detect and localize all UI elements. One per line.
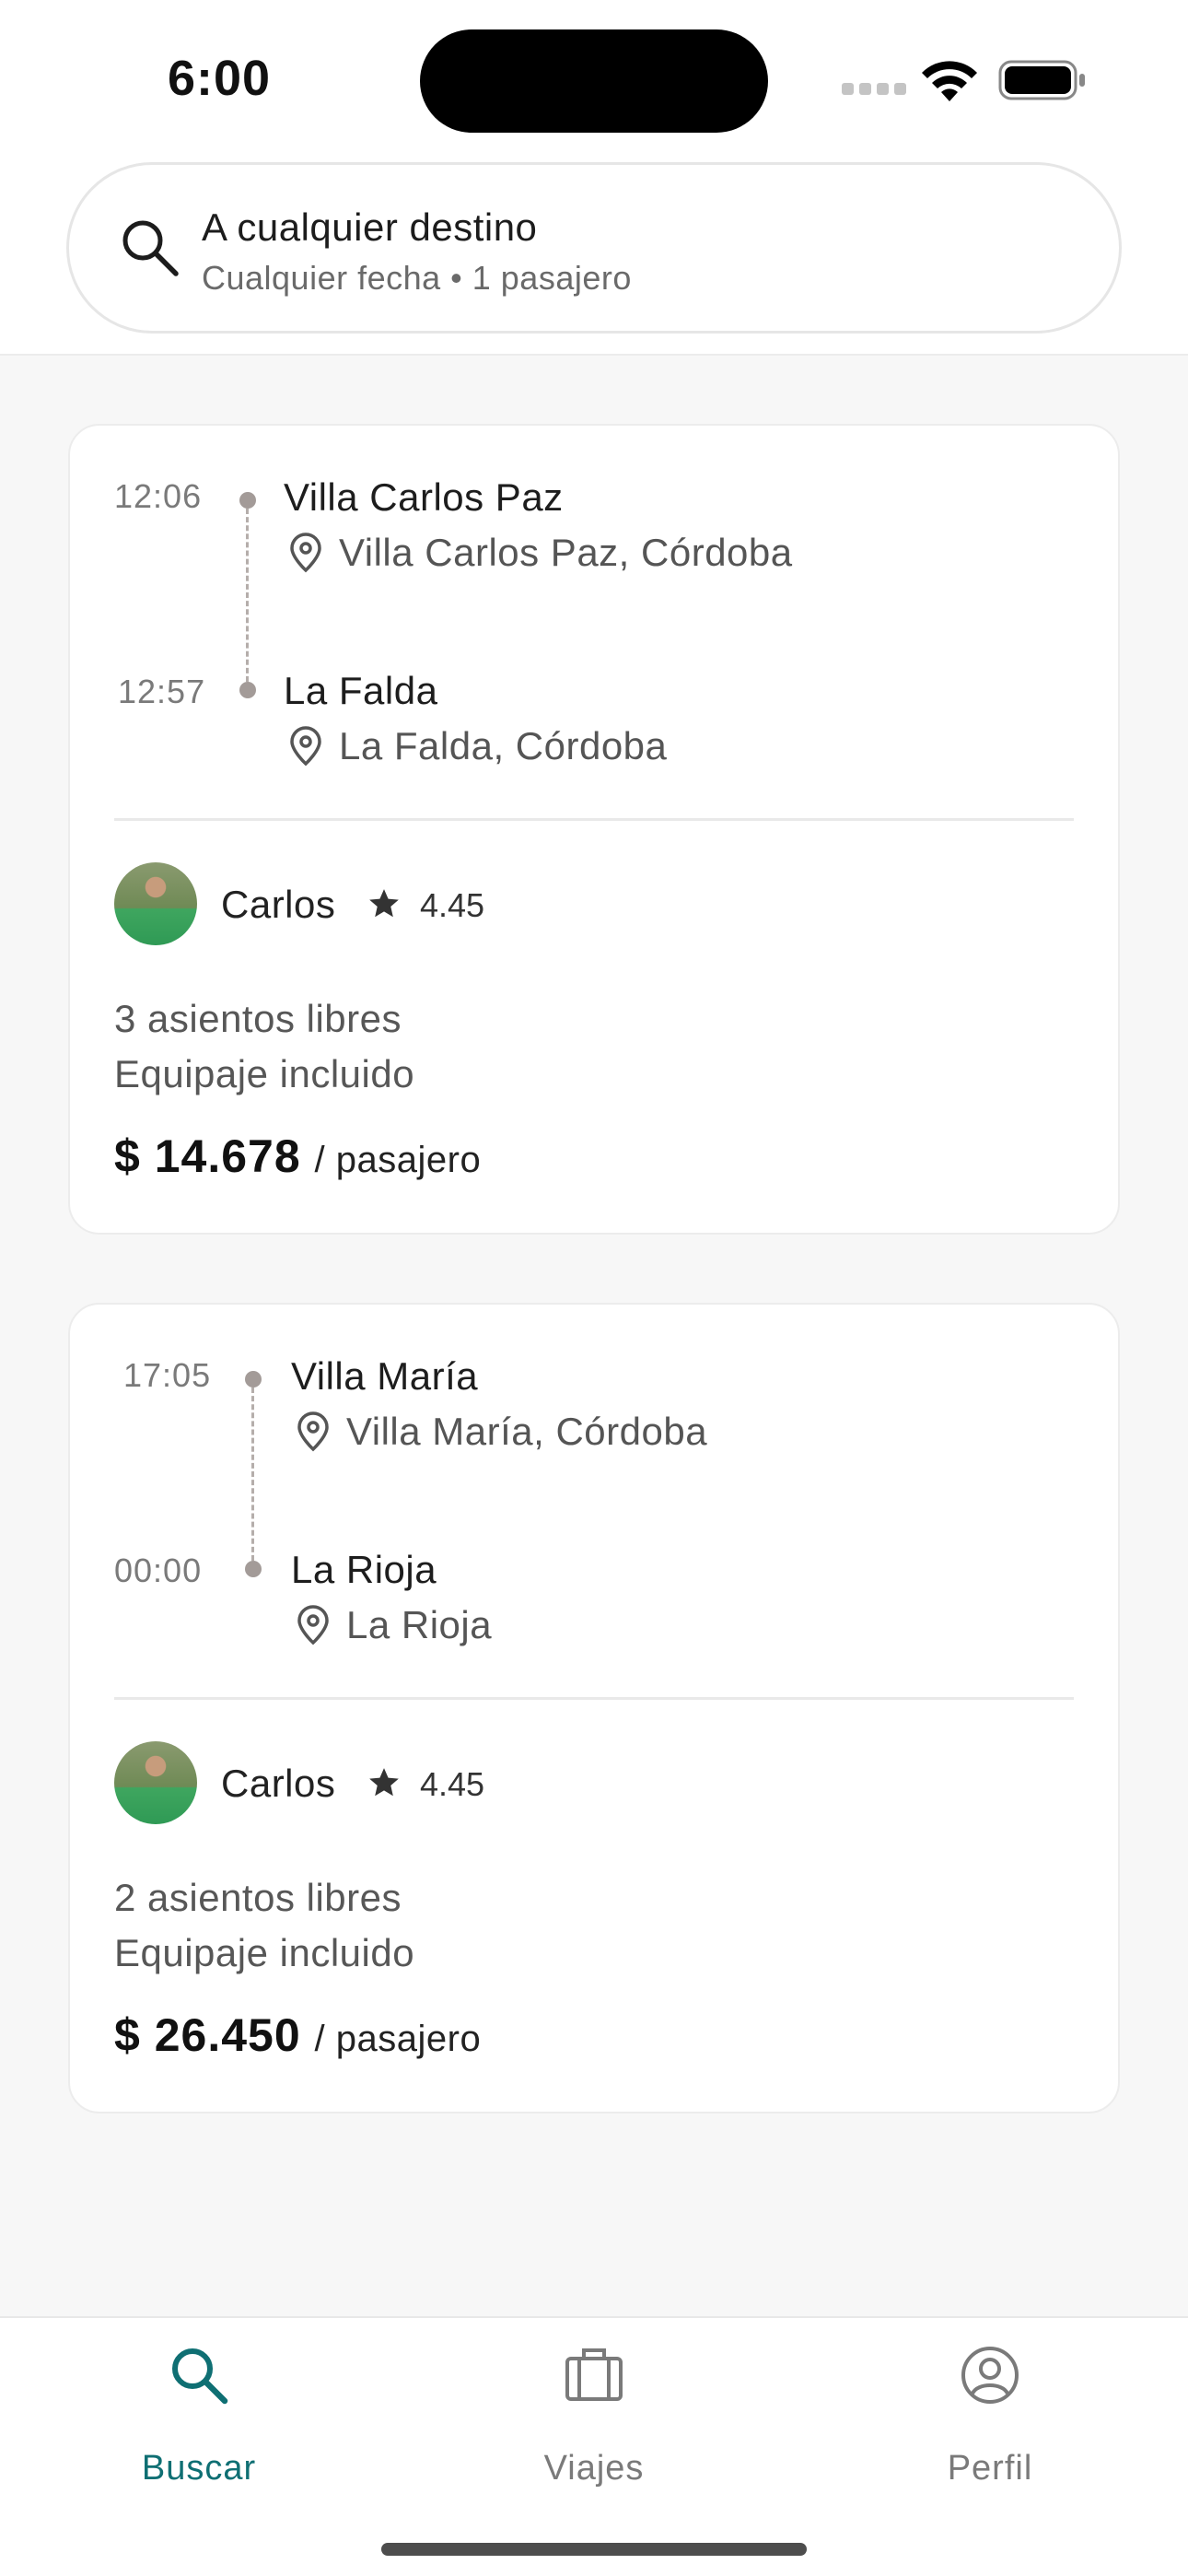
search-details: Cualquier fecha • 1 pasajero (202, 259, 632, 297)
cellular-signal-icon (842, 83, 906, 96)
price-unit: / pasajero (314, 1140, 482, 1180)
origin-address: Villa María, Córdoba (346, 1410, 708, 1453)
driver-rating: 4.45 (420, 1765, 485, 1803)
tab-buscar[interactable]: Buscar (61, 2318, 337, 2502)
price-unit: / pasajero (314, 2019, 482, 2059)
home-indicator[interactable] (381, 2543, 807, 2556)
tab-label: Viajes (543, 2449, 645, 2488)
star-icon (369, 889, 399, 918)
route-start-dot (239, 492, 256, 509)
route-start-dot (245, 1371, 262, 1388)
trip-price: $ 14.678 / pasajero (114, 1130, 481, 1183)
origin-name: Villa María (291, 1354, 479, 1398)
search-bar[interactable]: A cualquier destino Cualquier fecha • 1 … (66, 162, 1122, 334)
trip-card[interactable]: 12:06 Villa Carlos Paz Villa Carlos Paz,… (68, 424, 1120, 1235)
card-divider (114, 1697, 1074, 1700)
driver-name: Carlos (221, 1762, 336, 1805)
avatar (114, 862, 197, 945)
profile-icon (961, 2347, 1019, 2404)
destination-name: La Falda (284, 669, 438, 712)
tab-perfil[interactable]: Perfil (852, 2318, 1128, 2502)
tab-label: Buscar (141, 2449, 257, 2488)
briefcase-icon (565, 2348, 623, 2401)
driver-rating: 4.45 (420, 886, 485, 924)
seats-available: 3 asientos libres (114, 997, 402, 1040)
destination-name: La Rioja (291, 1548, 437, 1591)
tab-label: Perfil (947, 2449, 1033, 2488)
arrival-time: 00:00 (114, 1551, 203, 1589)
trip-card[interactable]: 17:05 Villa María Villa María, Córdoba 0… (68, 1303, 1120, 2113)
price-amount: $ 14.678 (114, 1130, 301, 1182)
location-pin-icon (297, 1605, 329, 1645)
driver-name: Carlos (221, 883, 336, 926)
battery-icon (998, 60, 1085, 100)
seats-available: 2 asientos libres (114, 1876, 402, 1919)
origin-name: Villa Carlos Paz (284, 475, 564, 519)
tab-viajes[interactable]: Viajes (456, 2318, 732, 2502)
location-pin-icon (297, 1411, 329, 1452)
location-pin-icon (290, 533, 321, 573)
destination-address: La Falda, Córdoba (339, 724, 668, 767)
route-line (246, 509, 249, 682)
search-icon (172, 2348, 228, 2405)
luggage-info: Equipaje incluido (114, 1052, 415, 1095)
wifi-icon (922, 61, 977, 101)
arrival-time: 12:57 (118, 673, 206, 710)
trip-price: $ 26.450 / pasajero (114, 2008, 481, 2062)
departure-time: 17:05 (123, 1356, 212, 1394)
origin-address: Villa Carlos Paz, Córdoba (339, 531, 793, 574)
search-destination: A cualquier destino (202, 205, 538, 249)
card-divider (114, 818, 1074, 821)
dynamic-island (420, 29, 768, 133)
top-header: 6:00 A cualquier destino Cualquier fecha… (0, 0, 1188, 356)
search-icon (122, 220, 179, 276)
status-time: 6:00 (168, 51, 272, 106)
destination-address: La Rioja (346, 1603, 493, 1646)
price-amount: $ 26.450 (114, 2009, 301, 2061)
star-icon (369, 1768, 399, 1797)
avatar (114, 1741, 197, 1824)
location-pin-icon (290, 726, 321, 767)
route-line (251, 1388, 254, 1561)
bottom-tab-bar: Buscar Viajes Perfil (0, 2316, 1188, 2576)
luggage-info: Equipaje incluido (114, 1931, 415, 1974)
